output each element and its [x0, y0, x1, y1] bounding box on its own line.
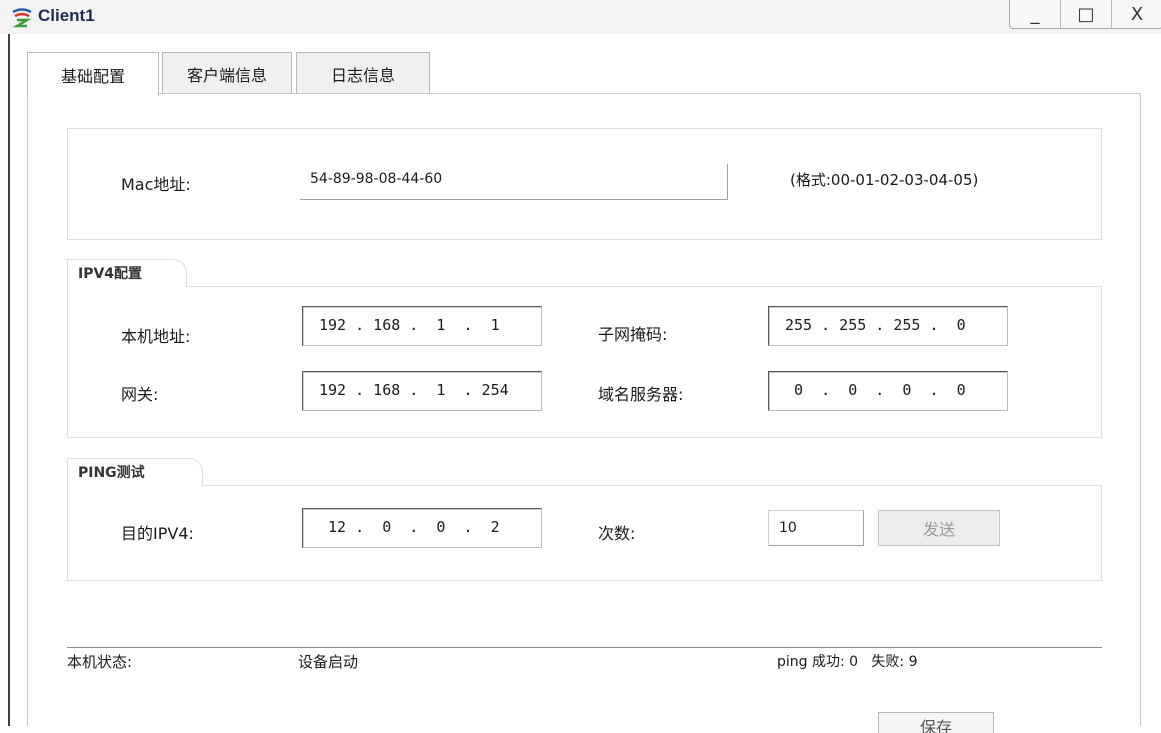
window-title: Client1 — [38, 6, 95, 25]
save-button[interactable]: 保存 — [878, 712, 994, 733]
host-status-value: 设备启动 — [298, 653, 359, 671]
dns-server-input[interactable]: 0 . 0 . 0 . 0 — [768, 371, 1008, 411]
destination-ipv4-input[interactable]: 12 . 0 . 0 . 2 — [302, 508, 542, 548]
ping-result-text: ping 成功: 0 失败: 9 — [777, 654, 918, 670]
minimize-button[interactable]: _ — [1010, 0, 1061, 28]
host-address-input[interactable]: 192 . 168 . 1 . 1 — [302, 306, 542, 346]
status-divider — [67, 647, 1102, 648]
ipv4-group-label: IPV4配置 — [67, 259, 187, 287]
mac-format-hint: (格式:00-01-02-03-04-05) — [790, 171, 979, 189]
host-address-label: 本机地址: — [121, 327, 191, 346]
gateway-input[interactable]: 192 . 168 . 1 . 254 — [302, 371, 542, 411]
gateway-label: 网关: — [121, 385, 159, 404]
huawei-logo-icon — [12, 8, 32, 28]
destination-ipv4-label: 目的IPV4: — [121, 524, 194, 543]
host-status-label: 本机状态: — [67, 653, 133, 671]
mac-label: Mac地址: — [121, 175, 191, 194]
ping-count-input[interactable]: 10 — [768, 510, 864, 546]
window-left-border — [8, 34, 10, 726]
title-bar: Client1 _ □ X — [0, 0, 1161, 34]
tab-client-info[interactable]: 客户端信息 — [162, 52, 292, 94]
mac-address-input[interactable]: 54-89-98-08-44-60 — [300, 164, 728, 200]
tab-log-info[interactable]: 日志信息 — [296, 52, 430, 94]
subnet-mask-label: 子网掩码: — [598, 325, 668, 344]
dns-server-label: 域名服务器: — [598, 385, 684, 404]
send-button[interactable]: 发送 — [878, 510, 1000, 546]
window-controls: _ □ X — [1009, 0, 1161, 29]
subnet-mask-input[interactable]: 255 . 255 . 255 . 0 — [768, 306, 1008, 346]
tab-basic-config[interactable]: 基础配置 — [27, 52, 159, 96]
maximize-button[interactable]: □ — [1061, 0, 1112, 28]
ping-group-label: PING测试 — [67, 458, 203, 486]
close-button[interactable]: X — [1112, 0, 1161, 28]
ping-count-label: 次数: — [598, 524, 636, 543]
